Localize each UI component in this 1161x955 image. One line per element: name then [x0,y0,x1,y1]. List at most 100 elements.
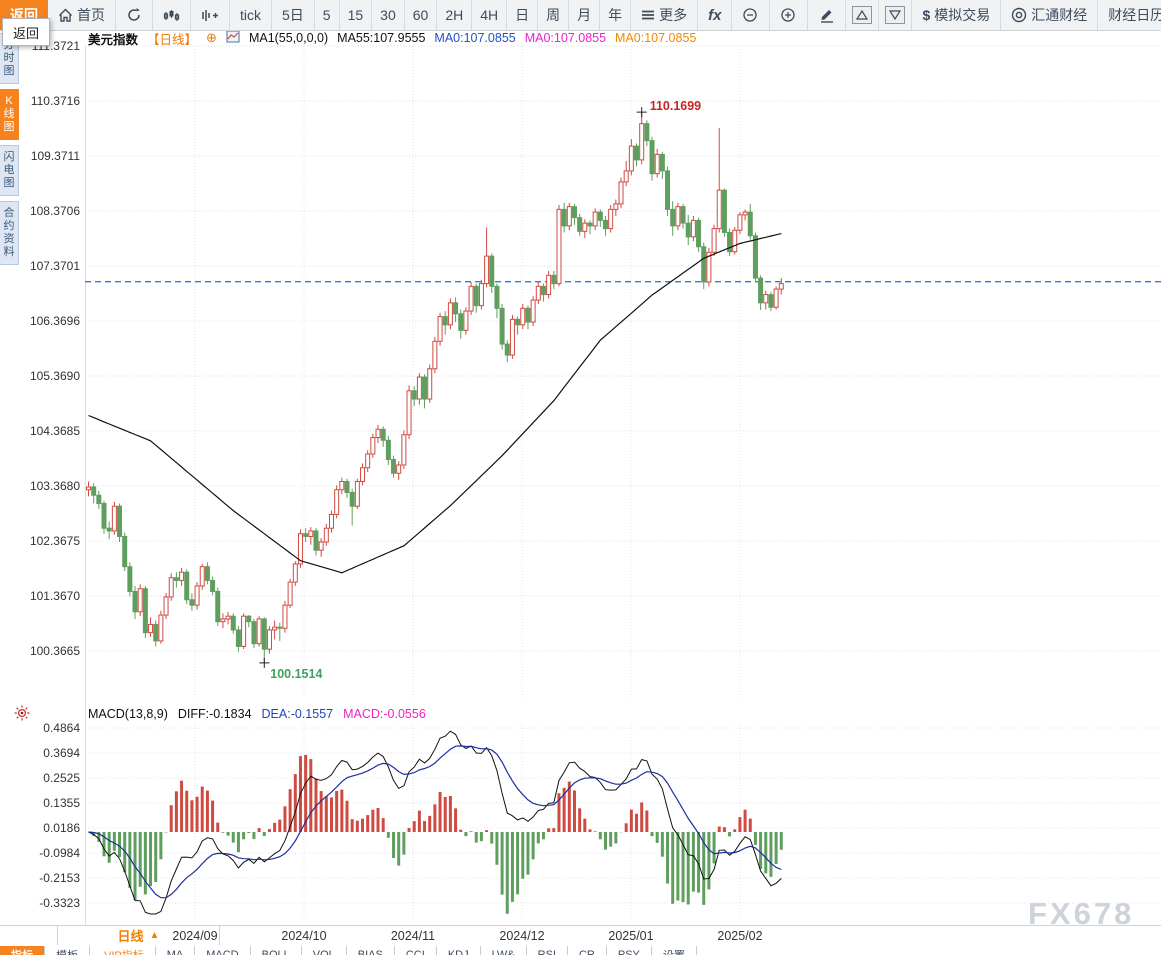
candle-body [604,220,608,228]
home-button[interactable]: 首页 [48,0,116,30]
candle-body [454,303,458,314]
candle-body [640,124,644,160]
home-icon [58,8,73,23]
candle-body [624,171,628,182]
ma0-magenta-value: MA0:107.0855 [525,31,606,45]
candle-body [769,295,773,308]
period-4h-button[interactable]: 4H [472,0,507,30]
candle-body [185,572,189,599]
macd-axis-label: 0.1355 [0,796,80,810]
sidebar-tab-1[interactable]: K线图 [0,89,19,140]
tick-period-button[interactable]: tick [230,0,272,30]
candle-body [495,286,499,308]
symbol-name: 美元指数 [88,29,138,48]
zoom-in-button[interactable] [770,0,808,30]
period-5d-button[interactable]: 5日 [272,0,315,30]
period-15m-button[interactable]: 15 [340,0,373,30]
indicator-tab-2[interactable]: VIP指标 [93,946,156,955]
indicator-tab-3[interactable]: MA [156,946,196,955]
candle-body [748,212,752,236]
candle-body [335,490,339,515]
candle-body [159,615,163,641]
candle-body [128,567,132,592]
period-selector[interactable]: 日线 ▲ [57,925,220,945]
macd-axis-label: -0.3323 [0,896,80,910]
indicator-tab-10[interactable]: LW& [481,946,527,955]
macd-diff-value: DIFF:-0.1834 [178,707,252,721]
price-macd-chart[interactable]: 110.1699100.1514 [0,0,1161,955]
sidebar-tab-3[interactable]: 合约资料 [0,201,19,265]
period-month-button[interactable]: 月 [569,0,600,30]
sim-trading-button[interactable]: $ 模拟交易 [912,0,1001,30]
indicator-tab-4[interactable]: MACD [195,946,250,955]
indicator-tab-13[interactable]: PSY [607,946,652,955]
indicator-tab-14[interactable]: 设置 [652,946,697,955]
indicator-tab-6[interactable]: VOL [302,946,347,955]
candle-body [236,630,240,646]
arrow-down-marker-button[interactable] [879,0,912,30]
arrow-up-marker-button[interactable] [846,0,879,30]
candle-body [779,284,783,289]
period-2h-button[interactable]: 2H [437,0,472,30]
fx678-logo-icon [1011,7,1027,23]
macd-header: MACD(13,8,9) DIFF:-0.1834 DEA:-0.1557 MA… [88,706,426,721]
candle-body [526,308,530,322]
indicator-tab-9[interactable]: KDJ [437,946,481,955]
candle-body [759,278,763,303]
candle-body [211,580,215,591]
candle-body [412,391,416,399]
formula-button[interactable]: fx [698,0,732,30]
indicator-tab-11[interactable]: RSI [527,946,568,955]
candle-body [340,481,344,489]
period-5m-button[interactable]: 5 [315,0,340,30]
indicator-tab-1[interactable]: 模板 [45,946,90,955]
refresh-button[interactable] [116,0,153,30]
indicator-tab-12[interactable]: CR [568,946,607,955]
candle-body [417,377,421,399]
period-year-button[interactable]: 年 [600,0,631,30]
indicator-tab-0[interactable]: 指标 [0,946,45,955]
kline-chart-button[interactable] [153,0,191,30]
candle-body [645,124,649,141]
candle-body [288,582,292,605]
candle-body [583,223,587,231]
caret-up-icon: ▲ [150,930,160,941]
candle-body [712,229,716,253]
candle-body [681,207,685,223]
candle-body [319,542,323,550]
draw-button[interactable] [808,0,846,30]
period-60m-button[interactable]: 60 [405,0,438,30]
tick-chart-button[interactable] [191,0,230,30]
candle-body [205,567,209,581]
macd-axis-label: 0.4864 [0,721,80,735]
candle-body [262,619,266,649]
more-button[interactable]: 更多 [631,0,698,30]
zoom-out-button[interactable] [732,0,770,30]
indicator-tab-7[interactable]: BIAS [347,946,395,955]
candle-body [180,572,184,580]
candle-body [376,429,380,437]
period-week-button[interactable]: 周 [538,0,569,30]
fx678-brand-button[interactable]: 汇通财经 [1001,0,1098,30]
period-day-button[interactable]: 日 [507,0,538,30]
candle-body [562,209,566,225]
calendar-button[interactable]: 财经日历 [1098,0,1161,30]
candle-body [273,627,277,630]
macd-settings-icon[interactable] [13,704,31,727]
candle-body [567,207,571,226]
kline-chart-icon [163,8,180,23]
add-indicator-icon[interactable]: ⊕ [206,30,217,46]
period-30m-button[interactable]: 30 [372,0,405,30]
candle-body [361,468,365,482]
indicator-tab-5[interactable]: BOLL [251,946,302,955]
candle-body [753,236,757,278]
candle-body [521,308,525,324]
sidebar-tab-2[interactable]: 闪电图 [0,145,19,196]
price-axis-label: 101.3670 [0,589,80,603]
candle-body [588,223,592,226]
candle-body [267,630,271,649]
candle-body [738,215,742,230]
candle-body [293,564,297,582]
candle-body [614,204,618,209]
indicator-tab-8[interactable]: CCI [395,946,437,955]
